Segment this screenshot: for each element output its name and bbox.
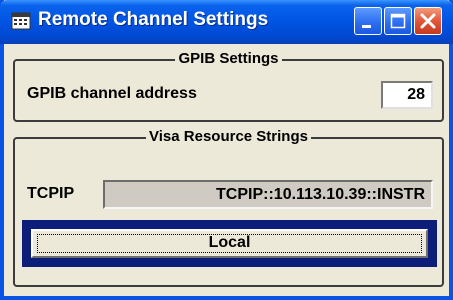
remote-channel-settings-window: Remote Channel Settings GPIB Settings GP… xyxy=(0,0,453,300)
local-button[interactable]: Local xyxy=(31,229,428,258)
gpib-channel-address-label: GPIB channel address xyxy=(27,85,197,102)
gpib-settings-title: GPIB Settings xyxy=(175,50,282,67)
window-title: Remote Channel Settings xyxy=(38,9,269,30)
close-icon xyxy=(420,13,436,29)
maximize-icon xyxy=(390,13,406,29)
tcpip-resource-string-field: TCPIP::10.113.10.39::INSTR xyxy=(103,180,433,209)
title-bar[interactable]: Remote Channel Settings xyxy=(0,0,453,44)
gpib-channel-address-input[interactable]: 28 xyxy=(381,81,433,109)
tcpip-label: TCPIP xyxy=(27,185,75,202)
local-button-label: Local xyxy=(208,234,251,251)
app-icon xyxy=(11,12,31,30)
local-button-focus-frame: Local xyxy=(22,220,437,267)
minimize-icon xyxy=(362,25,371,28)
visa-resource-strings-group: Visa Resource Strings TCPIP TCPIP::10.11… xyxy=(13,128,444,287)
visa-resource-strings-title: Visa Resource Strings xyxy=(146,128,311,145)
gpib-settings-group: GPIB Settings GPIB channel address 28 xyxy=(13,50,444,122)
minimize-button[interactable] xyxy=(354,7,382,35)
maximize-button[interactable] xyxy=(384,7,412,35)
close-button[interactable] xyxy=(414,7,442,35)
